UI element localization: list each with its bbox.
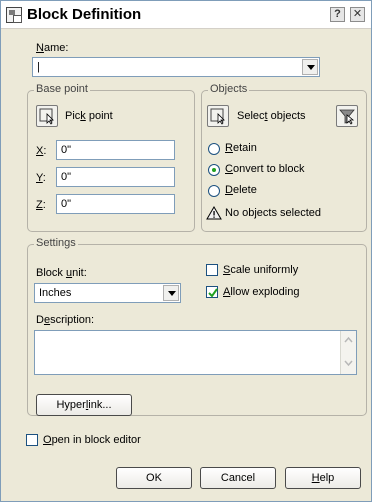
description-label: Description: [36,314,95,326]
open-in-block-editor-checkbox[interactable] [26,434,38,446]
pick-point-label[interactable]: Pick point [65,110,113,122]
retain-label[interactable]: Retain [225,142,257,154]
block-unit-dropdown-arrow[interactable] [163,285,179,301]
block-unit-select[interactable]: Inches [34,283,181,303]
name-dropdown-arrow[interactable] [302,59,318,75]
checkmark-icon [208,288,218,298]
block-definition-app-icon [6,7,22,23]
y-coordinate-field[interactable]: 0" [56,167,175,187]
convert-to-block-radio[interactable] [208,164,220,176]
help-question-icon[interactable]: ? [330,7,345,22]
x-coordinate-field[interactable]: 0" [56,140,175,160]
x-label: X: [36,145,47,157]
scroll-down-icon[interactable] [341,356,356,372]
select-objects-label[interactable]: Select objects [237,110,306,122]
name-label: Name: [36,42,69,54]
hyperlink-button[interactable]: Hyperlink... [36,394,132,416]
objects-status-text: No objects selected [225,207,321,219]
scale-uniformly-label[interactable]: Scale uniformly [223,264,298,276]
chevron-down-icon [168,291,176,296]
description-scrollbar[interactable] [340,331,356,374]
quick-select-button[interactable] [336,105,358,127]
description-textarea[interactable] [34,330,357,375]
allow-exploding-label[interactable]: Allow exploding [223,286,299,298]
allow-exploding-checkbox[interactable] [206,286,218,298]
close-icon[interactable]: ✕ [350,7,365,22]
convert-to-block-label[interactable]: Convert to block [225,163,305,175]
pick-point-icon [39,108,54,125]
quick-select-filter-icon [339,109,355,125]
block-definition-dialog: Block Definition ? ✕ Name: | Base point … [0,0,372,502]
warning-icon [206,206,222,220]
scale-uniformly-checkbox[interactable] [206,264,218,276]
scroll-up-icon[interactable] [341,333,356,349]
pick-point-button[interactable] [36,105,58,127]
z-label: Z: [36,199,46,211]
select-objects-button[interactable] [207,105,229,127]
delete-radio[interactable] [208,185,220,197]
z-coordinate-field[interactable]: 0" [56,194,175,214]
settings-group-title: Settings [34,237,78,249]
name-input-value[interactable]: | [37,61,40,73]
retain-radio[interactable] [208,143,220,155]
objects-group-title: Objects [208,83,250,95]
name-combobox[interactable]: | [32,57,320,77]
base-point-group-title: Base point [34,83,90,95]
dialog-title: Block Definition [27,6,142,23]
cancel-button[interactable]: Cancel [200,467,276,489]
description-value[interactable] [35,331,356,337]
block-unit-label: Block unit: [36,267,87,279]
y-label: Y: [36,172,46,184]
ok-button[interactable]: OK [116,467,192,489]
help-button[interactable]: Help [285,467,361,489]
block-unit-value: Inches [39,287,72,299]
delete-label[interactable]: Delete [225,184,257,196]
select-objects-icon [210,108,225,125]
chevron-down-icon [307,65,315,70]
open-in-block-editor-label[interactable]: Open in block editor [43,434,141,446]
title-bar[interactable]: Block Definition ? ✕ [1,1,371,29]
